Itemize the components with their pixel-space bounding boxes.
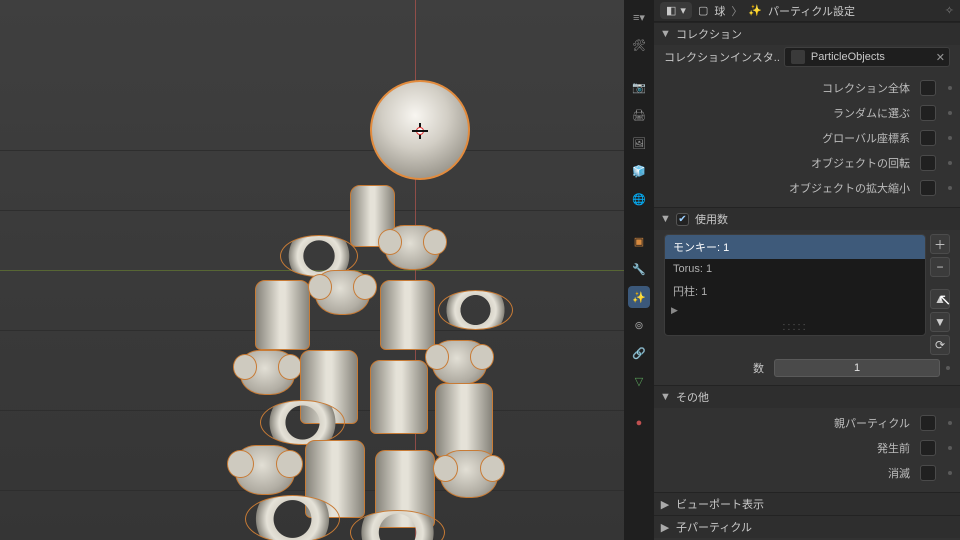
crumb-object[interactable]: 球 bbox=[714, 3, 725, 19]
opt-random-label: ランダムに選ぶ bbox=[672, 105, 914, 121]
count-field[interactable]: 1 bbox=[774, 359, 940, 377]
crumb-particles-icon: ✨ bbox=[748, 4, 762, 17]
collection-instance-label: コレクションインスタ.. bbox=[664, 49, 780, 65]
list-item[interactable]: モンキー: 1 bbox=[665, 235, 925, 259]
collection-id-field[interactable]: ParticleObjects ✕ bbox=[784, 47, 950, 67]
section-extra-title: その他 bbox=[676, 389, 709, 405]
tab-object-icon[interactable]: ▣ bbox=[628, 230, 650, 252]
breadcrumbs: ◧▾ ▢ 球 〉 ✨ パーティクル設定 ✧ bbox=[654, 0, 960, 22]
disclosure-open-icon: ▼ bbox=[660, 391, 670, 403]
list-add-button[interactable]: ＋ bbox=[930, 234, 950, 254]
list-expand[interactable]: ▶ bbox=[665, 303, 925, 318]
section-children-header[interactable]: ▶ 子パーティクル bbox=[654, 516, 960, 538]
section-usecount-header[interactable]: ▼ ✔ 使用数 bbox=[654, 208, 960, 230]
list-movedown-button[interactable]: ▼ bbox=[930, 312, 950, 332]
opt-random-checkbox[interactable] bbox=[920, 105, 936, 121]
collection-id-value: ParticleObjects bbox=[811, 51, 885, 63]
section-extra-header[interactable]: ▼ その他 bbox=[654, 386, 960, 408]
section-collection-title: コレクション bbox=[676, 26, 742, 42]
viewport-3d[interactable] bbox=[0, 0, 624, 540]
list-resize-handle[interactable]: ::::: bbox=[665, 319, 925, 335]
usecount-list[interactable]: モンキー: 1 Torus: 1 円柱: 1 ▶ ::::: bbox=[664, 234, 926, 336]
opt-dead-checkbox[interactable] bbox=[920, 465, 936, 481]
section-usecount-title: 使用数 bbox=[695, 211, 728, 227]
tab-render-icon[interactable]: 📷 bbox=[628, 76, 650, 98]
tab-tool-icon[interactable]: 🛠 bbox=[628, 34, 650, 56]
clear-collection-icon[interactable]: ✕ bbox=[936, 51, 945, 64]
opt-rotation-checkbox[interactable] bbox=[920, 155, 936, 171]
disclosure-open-icon: ▼ bbox=[660, 213, 670, 225]
header-dropdown[interactable]: ◧▾ bbox=[660, 2, 692, 19]
count-label: 数 bbox=[664, 360, 768, 376]
tab-physics-icon[interactable]: ⊚ bbox=[628, 314, 650, 336]
properties-tabs: ≡▾ 🛠 📷 🖨 🖼 🧊 🌐 ▣ 🔧 ✨ ⊚ 🔗 ▽ ● bbox=[624, 0, 654, 540]
tab-world-icon[interactable]: 🌐 bbox=[628, 188, 650, 210]
3d-cursor bbox=[412, 123, 428, 139]
usecount-checkbox[interactable]: ✔ bbox=[676, 213, 689, 226]
opt-global-label: グローバル座標系 bbox=[672, 130, 914, 146]
opt-rotation-label: オブジェクトの回転 bbox=[672, 155, 914, 171]
collection-icon bbox=[791, 50, 805, 64]
tab-options-icon[interactable]: ≡▾ bbox=[628, 6, 650, 28]
properties-editor: ≡▾ 🛠 📷 🖨 🖼 🧊 🌐 ▣ 🔧 ✨ ⊚ 🔗 ▽ ● ◧▾ ▢ 球 〉 ✨ … bbox=[624, 0, 960, 540]
opt-dead-label: 消滅 bbox=[672, 465, 914, 481]
crumb-object-icon: ▢ bbox=[698, 4, 708, 17]
tab-material-icon[interactable]: ● bbox=[628, 412, 650, 434]
list-moveup-button[interactable]: ▲ bbox=[930, 289, 950, 309]
opt-whole-checkbox[interactable] bbox=[920, 80, 936, 96]
particle-pile bbox=[200, 175, 540, 540]
list-refresh-button[interactable]: ⟳ bbox=[930, 335, 950, 355]
anim-dot[interactable] bbox=[948, 111, 952, 115]
tab-constraints-icon[interactable]: 🔗 bbox=[628, 342, 650, 364]
opt-whole-label: コレクション全体 bbox=[672, 80, 914, 96]
opt-unborn-checkbox[interactable] bbox=[920, 440, 936, 456]
anim-dot[interactable] bbox=[946, 366, 950, 370]
anim-dot[interactable] bbox=[948, 421, 952, 425]
tab-output-icon[interactable]: 🖨 bbox=[628, 104, 650, 126]
pin-icon[interactable]: ✧ bbox=[945, 4, 954, 17]
disclosure-closed-icon: ▶ bbox=[660, 521, 670, 534]
opt-global-checkbox[interactable] bbox=[920, 130, 936, 146]
section-collection-header[interactable]: ▼ コレクション bbox=[654, 23, 960, 45]
disclosure-closed-icon: ▶ bbox=[660, 498, 670, 511]
crumb-settings[interactable]: パーティクル設定 bbox=[768, 3, 855, 19]
opt-scale-label: オブジェクトの拡大縮小 bbox=[672, 180, 914, 196]
anim-dot[interactable] bbox=[948, 86, 952, 90]
anim-dot[interactable] bbox=[948, 471, 952, 475]
anim-dot[interactable] bbox=[948, 161, 952, 165]
list-remove-button[interactable]: − bbox=[930, 257, 950, 277]
anim-dot[interactable] bbox=[948, 446, 952, 450]
opt-scale-checkbox[interactable] bbox=[920, 180, 936, 196]
opt-parent-label: 親パーティクル bbox=[672, 415, 914, 431]
anim-dot[interactable] bbox=[948, 186, 952, 190]
tab-particles-icon[interactable]: ✨ bbox=[628, 286, 650, 308]
tab-data-icon[interactable]: ▽ bbox=[628, 370, 650, 392]
chevron-icon: 〉 bbox=[731, 3, 742, 19]
section-viewport-title: ビューポート表示 bbox=[676, 496, 764, 512]
list-item[interactable]: 円柱: 1 bbox=[665, 279, 925, 303]
anim-dot[interactable] bbox=[948, 136, 952, 140]
disclosure-open-icon: ▼ bbox=[660, 28, 670, 40]
opt-parent-checkbox[interactable] bbox=[920, 415, 936, 431]
tab-scene-icon[interactable]: 🧊 bbox=[628, 160, 650, 182]
list-item[interactable]: Torus: 1 bbox=[665, 259, 925, 279]
opt-unborn-label: 発生前 bbox=[672, 440, 914, 456]
tab-modifiers-icon[interactable]: 🔧 bbox=[628, 258, 650, 280]
section-children-title: 子パーティクル bbox=[676, 519, 752, 535]
tab-viewlayer-icon[interactable]: 🖼 bbox=[628, 132, 650, 154]
section-viewport-header[interactable]: ▶ ビューポート表示 bbox=[654, 493, 960, 515]
